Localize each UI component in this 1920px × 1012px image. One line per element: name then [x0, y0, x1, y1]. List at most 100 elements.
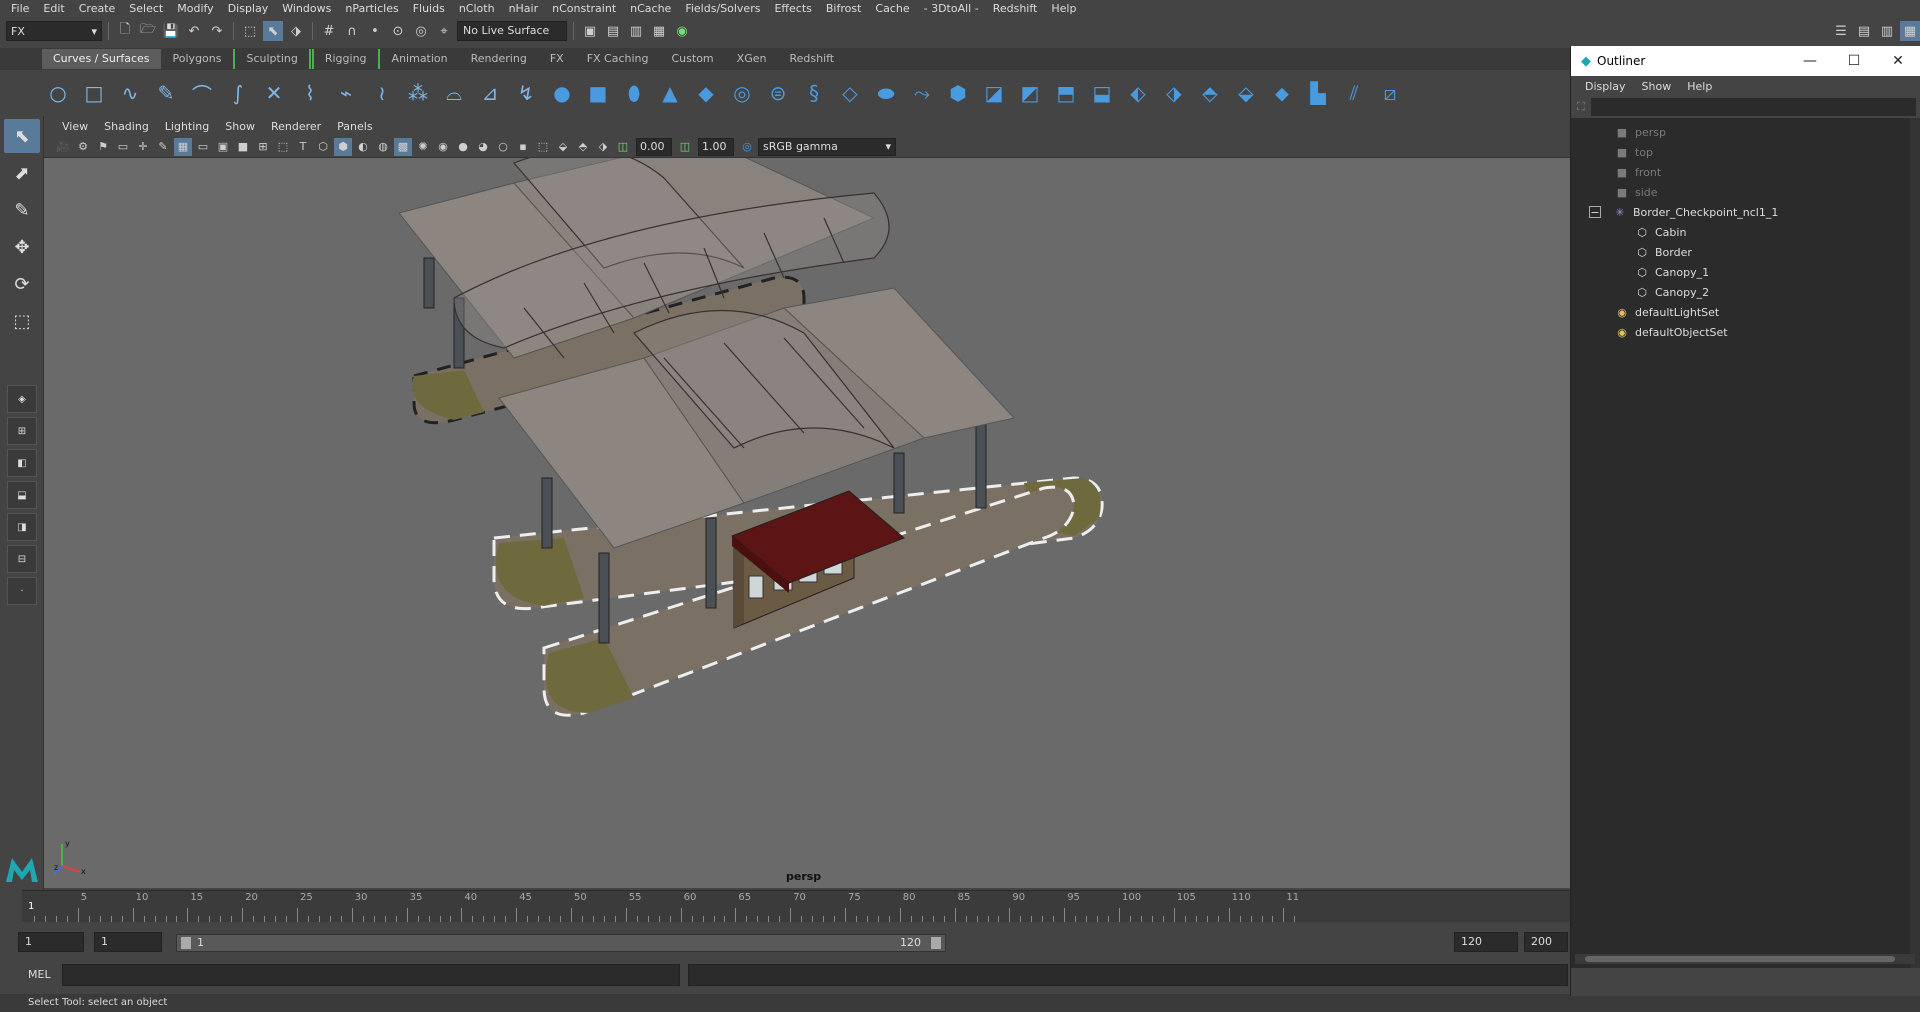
outliner-item-canopy-1[interactable]: ⬡ Canopy_1: [1635, 262, 1709, 282]
tab-fx-caching[interactable]: FX Caching: [576, 49, 660, 69]
snap-curve-icon[interactable]: ∩: [342, 21, 362, 41]
wireframe-on-shaded-icon[interactable]: ◍: [374, 138, 392, 156]
nurbs-cone-icon[interactable]: ▲: [656, 78, 684, 108]
playback-end-field[interactable]: 120: [1454, 932, 1518, 952]
menu-effects[interactable]: Effects: [767, 0, 818, 18]
range-start-handle[interactable]: [181, 937, 191, 949]
more-layouts-icon[interactable]: ·: [7, 577, 37, 605]
menu-windows[interactable]: Windows: [275, 0, 338, 18]
tab-custom[interactable]: Custom: [661, 49, 725, 69]
render-view-icon[interactable]: ▣: [580, 21, 600, 41]
bookmark-icon[interactable]: ⚑: [94, 138, 112, 156]
paint-select-icon[interactable]: ✎: [4, 193, 40, 227]
snap-surface-icon[interactable]: ◎: [411, 21, 431, 41]
outliner-vertical-scrollbar[interactable]: [1910, 118, 1920, 968]
single-perspective-layout-icon[interactable]: ◈: [7, 385, 37, 413]
four-view-layout-icon[interactable]: ⊞: [7, 417, 37, 445]
snap-point-icon[interactable]: •: [365, 21, 385, 41]
open-close-surface-icon[interactable]: ▙: [1304, 78, 1332, 108]
menu-nparticles[interactable]: nParticles: [338, 0, 405, 18]
pencil-curve-icon[interactable]: ✎: [152, 78, 180, 108]
vp-menu-renderer[interactable]: Renderer: [263, 120, 329, 133]
use-all-lights-icon[interactable]: ✺: [414, 138, 432, 156]
grease-pencil-icon[interactable]: ✎: [154, 138, 172, 156]
snap-view-icon[interactable]: ⊙: [388, 21, 408, 41]
tool-settings-icon[interactable]: ▥: [1877, 21, 1897, 41]
smooth-shade-icon[interactable]: ⬢: [334, 137, 352, 156]
redo-icon[interactable]: ↷: [207, 21, 227, 41]
outliner-item-side[interactable]: ■ side: [1615, 182, 1658, 202]
depth-of-field-icon[interactable]: ▪: [514, 138, 532, 156]
boundary-icon[interactable]: ⬢: [944, 78, 972, 108]
rebuild-curve-icon[interactable]: ⁂: [404, 78, 432, 108]
menu-edit[interactable]: Edit: [36, 0, 71, 18]
wireframe-icon[interactable]: ⬡: [314, 138, 332, 156]
close-icon[interactable]: ✕: [1876, 53, 1920, 69]
snap-grid-icon[interactable]: #: [319, 21, 339, 41]
minimize-icon[interactable]: —: [1788, 53, 1832, 69]
textured-icon[interactable]: ▩: [394, 137, 412, 156]
menu-create[interactable]: Create: [72, 0, 123, 18]
menu-ncloth[interactable]: nCloth: [452, 0, 502, 18]
vp-menu-shading[interactable]: Shading: [96, 120, 157, 133]
exposure-field[interactable]: 0.00: [636, 137, 672, 156]
shadows-icon[interactable]: ◉: [434, 138, 452, 156]
grid-icon[interactable]: ▦: [174, 137, 192, 156]
menu-file[interactable]: File: [4, 0, 36, 18]
menu-fields-solvers[interactable]: Fields/Solvers: [678, 0, 767, 18]
project-curve-icon[interactable]: ⊿: [476, 78, 504, 108]
custom-layout-icon[interactable]: ⊟: [7, 545, 37, 573]
menu-nconstraint[interactable]: nConstraint: [545, 0, 623, 18]
lasso-tool-icon[interactable]: ⬈: [4, 156, 40, 190]
gate-mask-icon[interactable]: ■: [234, 138, 252, 156]
render-settings-icon[interactable]: ▦: [649, 21, 669, 41]
outliner-item-border[interactable]: ⬡ Border: [1635, 242, 1692, 262]
maximize-icon[interactable]: ☐: [1832, 53, 1876, 69]
bezier-curve-icon[interactable]: ∫: [224, 78, 252, 108]
safe-action-icon[interactable]: ⬚: [274, 138, 292, 156]
curve-intersect-icon[interactable]: ✕: [260, 78, 288, 108]
camera-attributes-icon[interactable]: ⚙: [74, 138, 92, 156]
film-gate-icon[interactable]: ▭: [194, 138, 212, 156]
camera-icon[interactable]: 🎥: [54, 138, 72, 156]
extend-surface-icon[interactable]: ⧄: [1376, 78, 1404, 108]
attach-curve-icon[interactable]: ⌇: [296, 78, 324, 108]
nurbs-plane-icon[interactable]: ◆: [692, 78, 720, 108]
select-object-icon[interactable]: ⬉: [263, 21, 283, 41]
move-tool-icon[interactable]: ✥: [4, 230, 40, 264]
offset-curve-icon[interactable]: ≀: [368, 78, 396, 108]
outliner-menu-help[interactable]: Help: [1679, 80, 1720, 93]
save-scene-icon[interactable]: 💾: [161, 21, 181, 41]
animation-start-field[interactable]: 1: [18, 932, 84, 952]
motion-blur-icon[interactable]: ◕: [474, 138, 492, 156]
nurbs-torus-icon[interactable]: ◎: [728, 78, 756, 108]
reverse-curve-icon[interactable]: ↯: [512, 78, 540, 108]
outliner-menu-show[interactable]: Show: [1634, 80, 1680, 93]
square-surface-icon[interactable]: ◪: [980, 78, 1008, 108]
collapse-icon[interactable]: −: [1589, 206, 1601, 219]
view-transform-dropdown[interactable]: sRGB gamma ▾: [758, 137, 896, 156]
project-on-surface-icon[interactable]: ⬓: [1088, 78, 1116, 108]
cv-curve-icon[interactable]: ⌒: [188, 78, 216, 108]
extrude-icon[interactable]: ⬬: [872, 78, 900, 108]
insert-isoparm-icon[interactable]: ⫽: [1340, 78, 1368, 108]
nurbs-cylinder-icon[interactable]: ⬮: [620, 78, 648, 108]
xray-joints-icon[interactable]: ⬗: [594, 138, 612, 156]
nurbs-circle-icon[interactable]: ○: [44, 78, 72, 108]
snap-live-icon[interactable]: ⌖: [434, 21, 454, 41]
outliner-item-canopy-2[interactable]: ⬡ Canopy_2: [1635, 282, 1709, 302]
channel-box-icon[interactable]: ▤: [1854, 21, 1874, 41]
menu-3dtoall[interactable]: - 3DtoAll -: [917, 0, 986, 18]
tab-rigging[interactable]: Rigging: [311, 49, 380, 69]
anti-aliasing-icon[interactable]: ○: [494, 138, 512, 156]
field-chart-icon[interactable]: ⊞: [254, 138, 272, 156]
live-surface-field[interactable]: No Live Surface: [457, 21, 567, 41]
vp-menu-lighting[interactable]: Lighting: [157, 120, 217, 133]
outliner-menu-display[interactable]: Display: [1577, 80, 1634, 93]
two-d-pan-icon[interactable]: ✛: [134, 138, 152, 156]
ipr-render-icon[interactable]: ▥: [626, 21, 646, 41]
outliner-item-cabin[interactable]: ⬡ Cabin: [1635, 222, 1686, 242]
mel-input[interactable]: [62, 964, 680, 986]
resolution-gate-icon[interactable]: ▣: [214, 138, 232, 156]
hypershade-icon[interactable]: ◉: [672, 21, 692, 41]
